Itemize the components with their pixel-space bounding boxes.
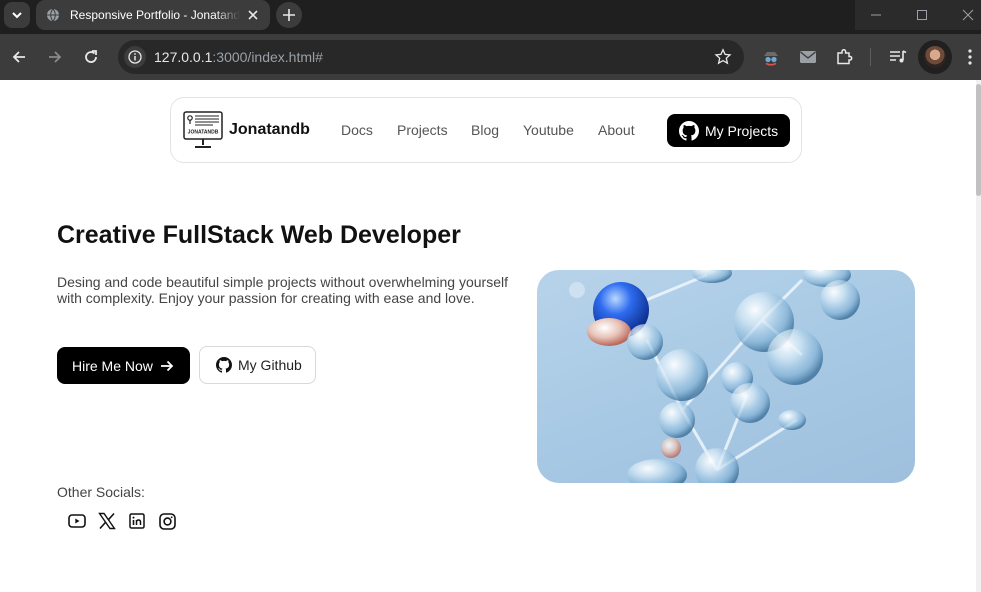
chevron-down-icon bbox=[12, 12, 22, 19]
avatar bbox=[924, 46, 946, 68]
site-navbar: JONATANDB Jonatandb Docs Projects Blog Y… bbox=[170, 97, 802, 163]
x-twitter-link[interactable] bbox=[97, 511, 117, 531]
browser-tab-active[interactable]: Responsive Portfolio - Jonatandb bbox=[36, 0, 270, 30]
hero-title: Creative FullStack Web Developer bbox=[57, 221, 461, 249]
tab-search-button[interactable] bbox=[4, 2, 30, 28]
hire-me-button[interactable]: Hire Me Now bbox=[57, 347, 190, 384]
info-icon bbox=[128, 50, 142, 64]
scrollbar-thumb[interactable] bbox=[976, 84, 981, 196]
minimize-icon bbox=[871, 14, 881, 16]
url-path: :3000/index.html# bbox=[212, 49, 323, 65]
hero-image bbox=[537, 270, 915, 483]
arrow-right-icon bbox=[160, 360, 174, 371]
profile-button[interactable] bbox=[918, 40, 952, 74]
address-bar[interactable]: 127.0.0.1:3000/index.html# bbox=[118, 40, 744, 74]
youtube-icon bbox=[68, 514, 86, 528]
reload-icon bbox=[85, 50, 97, 63]
nav-link-docs[interactable]: Docs bbox=[341, 122, 373, 138]
site-info-button[interactable] bbox=[124, 46, 146, 68]
page-scrollbar[interactable] bbox=[976, 80, 981, 592]
youtube-link[interactable] bbox=[67, 511, 87, 531]
back-button[interactable] bbox=[8, 46, 30, 68]
tab-title: Responsive Portfolio - Jonatandb bbox=[70, 8, 240, 22]
close-icon[interactable] bbox=[246, 8, 260, 22]
forward-button[interactable] bbox=[44, 46, 66, 68]
new-tab-button[interactable] bbox=[276, 2, 302, 28]
extensions-button[interactable] bbox=[833, 46, 855, 68]
linkedin-link[interactable] bbox=[127, 511, 147, 531]
arrow-right-icon bbox=[49, 51, 62, 63]
github-icon bbox=[679, 120, 699, 141]
my-projects-button[interactable]: My Projects bbox=[667, 114, 790, 147]
browser-tab-strip: Responsive Portfolio - Jonatandb bbox=[0, 0, 981, 34]
my-github-button[interactable]: My Github bbox=[199, 346, 316, 384]
more-vertical-icon bbox=[968, 49, 972, 65]
minimize-button[interactable] bbox=[867, 6, 885, 24]
my-github-label: My Github bbox=[238, 357, 302, 373]
maximize-button[interactable] bbox=[913, 6, 931, 24]
mail-icon bbox=[800, 51, 816, 63]
linkedin-icon bbox=[129, 513, 145, 529]
hero-description: Desing and code beautiful simple project… bbox=[57, 274, 508, 306]
hire-me-label: Hire Me Now bbox=[72, 357, 153, 374]
browser-toolbar: 127.0.0.1:3000/index.html# bbox=[0, 34, 981, 80]
logo-text: JONATANDB bbox=[188, 130, 219, 136]
toolbar-separator bbox=[870, 48, 871, 66]
my-projects-label: My Projects bbox=[705, 122, 779, 139]
bookmark-star-icon[interactable] bbox=[714, 48, 732, 66]
puzzle-icon bbox=[837, 48, 853, 65]
glass-molecule-illustration bbox=[569, 270, 860, 483]
close-icon bbox=[962, 9, 974, 21]
nav-link-blog[interactable]: Blog bbox=[471, 122, 499, 138]
brand-name[interactable]: Jonatandb bbox=[229, 121, 310, 139]
spy-extension-icon bbox=[764, 52, 778, 66]
other-socials-label: Other Socials: bbox=[57, 484, 145, 500]
nav-link-about[interactable]: About bbox=[598, 122, 635, 138]
globe-icon bbox=[47, 8, 59, 22]
url-host: 127.0.0.1 bbox=[154, 49, 213, 65]
x-icon bbox=[98, 512, 116, 530]
github-icon bbox=[216, 357, 232, 373]
reload-button[interactable] bbox=[80, 46, 102, 68]
window-close-button[interactable] bbox=[959, 6, 977, 24]
browser-menu-button[interactable] bbox=[959, 46, 981, 68]
extension-spy-button[interactable] bbox=[760, 46, 782, 68]
maximize-icon bbox=[917, 10, 927, 20]
instagram-icon bbox=[158, 512, 176, 530]
extension-mail-button[interactable] bbox=[797, 46, 819, 68]
instagram-link[interactable] bbox=[157, 511, 177, 531]
url-text: 127.0.0.1:3000/index.html# bbox=[154, 49, 323, 65]
nav-link-projects[interactable]: Projects bbox=[397, 122, 448, 138]
media-control-button[interactable] bbox=[887, 46, 909, 68]
queue-music-icon bbox=[890, 50, 907, 63]
page-viewport: JONATANDB Jonatandb Docs Projects Blog Y… bbox=[0, 80, 976, 592]
arrow-left-icon bbox=[12, 51, 25, 63]
plus-icon bbox=[283, 9, 295, 21]
nav-link-youtube[interactable]: Youtube bbox=[523, 122, 574, 138]
window-controls bbox=[855, 0, 981, 30]
logo-monitor-icon[interactable]: JONATANDB bbox=[183, 110, 223, 150]
